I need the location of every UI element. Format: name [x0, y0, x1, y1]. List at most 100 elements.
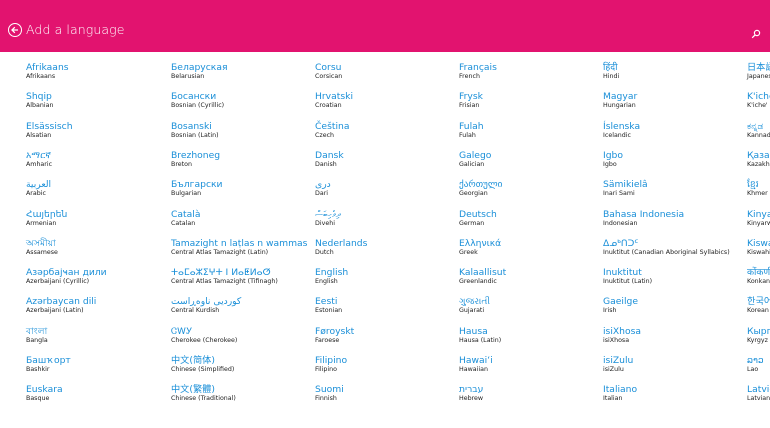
language-item[interactable]: हिंदी Hindi — [603, 62, 743, 81]
language-item[interactable]: KiswahiliKiswahili — [747, 238, 770, 257]
language-item[interactable]: Afrikaans Afrikaans — [26, 62, 166, 81]
search-button[interactable] — [751, 24, 763, 39]
language-item[interactable]: Deutsch German — [459, 209, 599, 228]
language-english-name: Greenlandic — [459, 278, 497, 286]
language-item[interactable]: Bosanski Bosnian (Latin) — [171, 121, 311, 140]
language-item[interactable]: Беларуская Belarusian — [171, 62, 311, 81]
language-item[interactable]: 中文(简体) Chinese (Simplified) — [171, 355, 311, 374]
language-english-name: Korean — [747, 307, 769, 315]
language-item[interactable]: Ελληνικά Greek — [459, 238, 599, 257]
language-english-name: Italian — [603, 395, 623, 403]
language-item[interactable]: Euskara Basque — [26, 384, 166, 403]
language-native-name: Magyar — [603, 91, 638, 103]
language-item[interactable]: 中文(繁體) Chinese (Traditional) — [171, 384, 311, 403]
language-english-name: Faroese — [315, 336, 340, 344]
language-item[interactable]: isiZulu isiZulu — [603, 355, 743, 374]
language-item[interactable]: ಕನ್ನಡKannada — [747, 121, 770, 140]
language-item[interactable]: Nederlands Dutch — [315, 238, 455, 257]
language-item[interactable]: አማርኛ Amharic — [26, 150, 166, 169]
language-item[interactable]: درى Dari — [315, 179, 455, 198]
language-english-name: Chinese (Simplified) — [171, 366, 235, 373]
language-item[interactable]: Føroyskt Faroese — [315, 326, 455, 345]
language-item[interactable]: Հայերեն Armenian — [26, 209, 166, 228]
language-english-name: Fulah — [459, 131, 476, 139]
language-item[interactable]: Català Catalan — [171, 209, 311, 228]
language-english-name: Estonian — [315, 307, 343, 315]
language-item[interactable]: КыргызKyrgyz — [747, 326, 770, 345]
language-item[interactable]: Igbo Igbo — [603, 150, 743, 169]
language-english-name: Dutch — [315, 248, 334, 256]
language-native-name: हिंदी — [603, 62, 618, 73]
language-item[interactable]: Tamazight n laṭlas n wammas Central Atlas… — [171, 238, 311, 257]
language-item[interactable]: Башҡорт Bashkir — [26, 355, 166, 374]
language-item[interactable]: Galego Galician — [459, 150, 599, 169]
language-native-name: ᐃᓄᒃᑎᑐᑦ — [603, 237, 639, 249]
language-item[interactable]: English English — [315, 267, 455, 286]
back-button[interactable] — [8, 23, 22, 37]
language-item[interactable]: ᏣᎳᎩ Cherokee (Cherokee) — [171, 326, 311, 345]
language-item[interactable]: ລາວ Lao — [747, 355, 770, 374]
language-item[interactable]: Azərbaycan dili Azerbaijani (Latin) — [26, 296, 166, 315]
language-item[interactable]: Български Bulgarian — [171, 179, 311, 198]
language-english-name: Breton — [171, 160, 192, 168]
language-item[interactable]: Sämikielâ Inari Sami — [603, 179, 743, 198]
language-item[interactable]: Suomi Finnish — [315, 384, 455, 403]
language-item[interactable]: Азәрбајҹан дили Azerbaijani (Cyrillic) — [26, 267, 166, 286]
language-item[interactable]: বাংলা Bangla — [26, 326, 166, 345]
language-item[interactable]: Hrvatski Croatian — [315, 91, 455, 110]
language-item[interactable]: Inuktitut Inuktitut (Latin) — [603, 267, 743, 286]
language-item[interactable]: کوردیی ناوەڕاست Central Kurdish — [171, 296, 311, 315]
language-english-name: isiZulu — [603, 366, 624, 373]
language-english-name: Catalan — [171, 219, 196, 227]
language-item[interactable]: Fulah Fulah — [459, 121, 599, 140]
language-item[interactable]: Français French — [459, 62, 599, 81]
language-item[interactable]: K'iche'K'iche' — [747, 91, 770, 110]
language-item[interactable]: Gaeilge Irish — [603, 296, 743, 315]
language-item[interactable]: 日本語Japanese — [747, 62, 770, 81]
language-english-name: Latvian — [747, 395, 770, 403]
language-item[interactable]: KinyarwandaKinyarwanda — [747, 209, 770, 228]
language-item[interactable]: Босански Bosnian (Cyrillic) — [171, 91, 311, 110]
language-item[interactable]: ᐃᓄᒃᑎᑐᑦ Inuktitut (Canadian Aboriginal Syl… — [603, 238, 743, 257]
language-english-name: Bosnian (Cyrillic) — [171, 102, 225, 110]
language-item[interactable]: ქართული Georgian — [459, 179, 599, 198]
language-item[interactable]: Brezhoneg Breton — [171, 150, 311, 169]
language-native-name: कोंकणी — [747, 267, 770, 279]
language-english-name: Irish — [603, 307, 617, 315]
language-item[interactable]: isiXhosa isiXhosa — [603, 326, 743, 345]
language-item[interactable]: ગુજરાતી Gujarati — [459, 296, 599, 315]
language-native-name: Kalaallisut — [459, 267, 507, 279]
language-item[interactable]: Hawaiʻi Hawaiian — [459, 355, 599, 374]
language-item[interactable]: Shqip Albanian — [26, 91, 166, 110]
language-item[interactable]: Frysk Frisian — [459, 91, 599, 110]
language-native-name: العربية — [26, 179, 52, 191]
language-item[interactable]: ދިވެހިބަސް Divehi — [315, 209, 455, 228]
language-item[interactable]: Magyar Hungarian — [603, 91, 743, 110]
language-item[interactable]: Hausa Hausa (Latin) — [459, 326, 599, 345]
language-english-name: Kyrgyz — [747, 336, 768, 344]
language-native-name: Hausa — [459, 325, 488, 337]
language-item[interactable]: ខ្មែរ Khmer — [747, 179, 770, 198]
language-item[interactable]: Filipino Filipino — [315, 355, 455, 374]
language-item[interactable]: Italiano Italian — [603, 384, 743, 403]
language-item[interactable]: Čeština Czech — [315, 121, 455, 140]
language-item[interactable]: Dansk Danish — [315, 150, 455, 169]
language-item[interactable]: অসমীয়া Assamese — [26, 238, 166, 257]
language-native-name: isiZulu — [603, 355, 634, 366]
language-item[interactable]: Íslenska Icelandic — [603, 121, 743, 140]
language-item[interactable]: עברית Hebrew — [459, 384, 599, 403]
language-english-name: Inuktitut (Canadian Aboriginal Syllabics… — [603, 248, 730, 256]
language-item[interactable]: العربية Arabic — [26, 179, 166, 198]
language-item[interactable]: Elsässisch Alsatian — [26, 121, 166, 140]
language-english-name: Czech — [315, 131, 335, 139]
language-item[interactable]: ⵜⴰⵎⴰⵣⵉⵖⵜ ⵏ ⵍⴰⵟⵍⴰⵚ Central Atlas Tamazight… — [171, 267, 311, 286]
language-item[interactable]: 한국어 Korean — [747, 296, 770, 315]
language-item[interactable]: Eesti Estonian — [315, 296, 455, 315]
language-native-name: Кыргыз — [747, 325, 770, 337]
language-item[interactable]: Corsu Corsican — [315, 62, 455, 81]
language-item[interactable]: ҚазақKazakh — [747, 150, 770, 169]
language-item[interactable]: कोंकणी Konkani — [747, 267, 770, 286]
language-item[interactable]: LatviešuLatvian — [747, 384, 770, 403]
language-item[interactable]: Bahasa Indonesia Indonesian — [603, 209, 743, 228]
language-item[interactable]: Kalaallisut Greenlandic — [459, 267, 599, 286]
